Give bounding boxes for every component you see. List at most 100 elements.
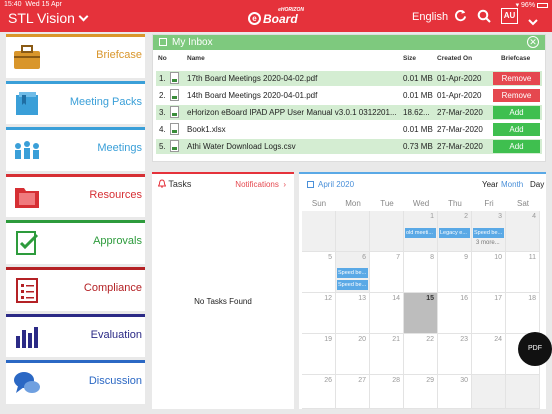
calendar-day[interactable]: 19 <box>302 334 336 375</box>
calendar-day[interactable]: 11 <box>506 252 540 293</box>
file-icon <box>170 140 179 152</box>
calendar-day[interactable]: 28 <box>370 375 404 409</box>
user-avatar[interactable]: AU <box>501 8 518 24</box>
table-row[interactable]: 3. eHorizon eBoard IPAD APP User Manual … <box>156 105 542 120</box>
calendar-event[interactable]: Speed be... <box>337 268 368 278</box>
add-button[interactable]: Add <box>493 140 540 153</box>
calendar-day[interactable]: 4 <box>506 211 540 252</box>
calendar-day[interactable]: 18 <box>506 293 540 334</box>
view-year-button[interactable]: Year <box>482 180 498 189</box>
inbox-icon <box>159 38 167 46</box>
calendar-day[interactable]: 14 <box>370 293 404 334</box>
notifications-link[interactable]: Notifications › <box>235 180 286 189</box>
inbox-header: My Inbox ✕ <box>153 35 545 50</box>
view-day-button[interactable]: Day <box>530 180 544 189</box>
bell-icon <box>157 179 167 188</box>
file-icon <box>170 89 179 101</box>
calendar-day[interactable]: 9 <box>438 252 472 293</box>
table-row[interactable]: 2. 14th Board Meetings 2020-04-01.pdf 0.… <box>156 88 542 103</box>
sidebar-item-label: Meeting Packs <box>69 95 142 108</box>
remove-button[interactable]: Remove <box>493 72 540 85</box>
weekday-label: Thu <box>448 199 462 208</box>
table-row[interactable]: 1. 17th Board Meetings 2020-04-02.pdf 0.… <box>156 71 542 86</box>
weekday-label: Sat <box>516 199 529 208</box>
weekday-label: Fri <box>484 199 494 208</box>
calendar-day[interactable]: 22 <box>404 334 438 375</box>
calendar-day[interactable]: 20 <box>336 334 370 375</box>
calendar-day[interactable]: 29 <box>404 375 438 409</box>
file-size: 0.01 MB <box>403 91 433 100</box>
chevron-right-icon: › <box>283 180 286 189</box>
calendar-day[interactable]: 10 <box>472 252 506 293</box>
search-icon[interactable] <box>477 9 491 28</box>
tasks-panel: Tasks Notifications › No Tasks Found <box>152 172 294 409</box>
calendar-panel: April 2020 Year Month Day Sun Mon Tue We… <box>299 172 546 409</box>
calendar-day[interactable]: 27 <box>336 375 370 409</box>
weekday-label: Sun <box>311 199 327 208</box>
sidebar-item-label: Meetings <box>97 142 142 155</box>
remove-button[interactable]: Remove <box>493 89 540 102</box>
file-size: 0.01 MB <box>403 74 433 83</box>
calendar-icon <box>307 181 314 188</box>
calendar-day[interactable] <box>472 375 506 409</box>
calendar-day[interactable] <box>370 211 404 252</box>
calendar-event[interactable]: Speed be... <box>337 280 368 290</box>
status-battery: ▾ 96% <box>516 1 548 9</box>
refresh-icon[interactable] <box>454 9 467 27</box>
workspace-selector[interactable]: STL Vision <box>8 10 89 26</box>
calendar-day[interactable]: 8 <box>404 252 438 293</box>
calendar-day[interactable]: 12 <box>302 293 336 334</box>
calendar-day[interactable]: 24 <box>472 334 506 375</box>
evaluation-chart-icon <box>16 326 38 348</box>
sidebar-item-briefcase[interactable]: Briefcase <box>6 34 145 81</box>
calendar-day[interactable] <box>336 211 370 252</box>
calendar-day[interactable]: 30 <box>438 375 472 409</box>
calendar-event[interactable]: old meeti... <box>405 228 436 238</box>
file-name: eHorizon eBoard IPAD APP User Manual v3.… <box>187 108 397 117</box>
weekday-label: Mon <box>345 199 361 208</box>
sidebar-item-meetings[interactable]: Meetings <box>6 127 145 174</box>
calendar-day[interactable]: 7 <box>370 252 404 293</box>
workspace-title: STL Vision <box>8 10 75 26</box>
table-row[interactable]: 4. Book1.xlsx 0.01 MB 27-Mar-2020 Add <box>156 122 542 137</box>
sidebar-item-evaluation[interactable]: Evaluation <box>6 313 145 361</box>
status-time: 15:40 Wed 15 Apr <box>4 1 62 8</box>
col-header-created: Created On <box>437 55 473 62</box>
calendar-day[interactable]: 3 Speed be... 3 more... <box>472 211 506 252</box>
calendar-day[interactable]: 6 Speed be... Speed be... <box>336 252 370 293</box>
sidebar: Briefcase Meeting Packs Meetings Resourc… <box>6 34 145 407</box>
language-selector[interactable]: English <box>412 11 448 23</box>
calendar-day[interactable]: 17 <box>472 293 506 334</box>
chevron-down-icon[interactable] <box>528 13 538 31</box>
sidebar-item-compliance[interactable]: Compliance <box>6 266 145 314</box>
sidebar-item-approvals[interactable]: Approvals <box>6 220 145 267</box>
add-button[interactable]: Add <box>493 106 540 119</box>
file-name: Book1.xlsx <box>187 125 226 134</box>
approvals-icon <box>16 231 39 256</box>
calendar-day[interactable]: 23 <box>438 334 472 375</box>
calendar-day[interactable] <box>506 375 540 409</box>
calendar-event[interactable]: Speed be... <box>473 228 504 238</box>
calendar-day[interactable]: 26 <box>302 375 336 409</box>
calendar-day[interactable]: 1 old meeti... <box>404 211 438 252</box>
pdf-button[interactable]: PDF <box>518 332 552 366</box>
calendar-day[interactable]: 5 <box>302 252 336 293</box>
sidebar-item-discussion[interactable]: Discussion <box>6 360 145 407</box>
calendar-day[interactable]: 21 <box>370 334 404 375</box>
calendar-day[interactable] <box>302 211 336 252</box>
calendar-day[interactable]: 16 <box>438 293 472 334</box>
table-row[interactable]: 5. Athi Water Download Logs.csv 0.73 MB … <box>156 139 542 154</box>
more-events-link[interactable]: 3 more... <box>476 240 500 246</box>
calendar-day[interactable]: 2 Legacy e... <box>438 211 472 252</box>
calendar-day-today[interactable]: 15 <box>404 293 438 334</box>
inbox-panel: My Inbox ✕ No Name Size Created On Brief… <box>152 34 546 162</box>
view-month-button[interactable]: Month <box>501 180 523 189</box>
close-icon[interactable]: ✕ <box>527 36 539 48</box>
battery-percent: 96% <box>521 2 536 9</box>
sidebar-item-meeting-packs[interactable]: Meeting Packs <box>6 80 145 128</box>
sidebar-item-resources[interactable]: Resources <box>6 173 145 221</box>
calendar-day[interactable]: 13 <box>336 293 370 334</box>
add-button[interactable]: Add <box>493 123 540 136</box>
calendar-event[interactable]: Legacy e... <box>439 228 470 238</box>
chevron-down-icon <box>78 11 89 22</box>
